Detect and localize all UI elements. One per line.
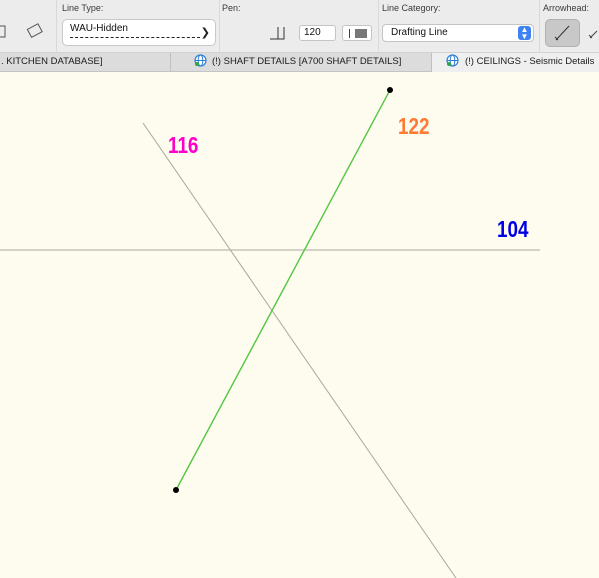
tab-ceilings-seismic[interactable]: (!) CEILINGS - Seismic Details (432, 53, 599, 72)
drawing-canvas[interactable]: 116 122 104 (0, 72, 599, 578)
pen-label: Pen: (222, 3, 241, 13)
toolbar-separator (56, 0, 57, 53)
line-endpoint-node[interactable] (387, 87, 393, 93)
arrowhead-label: Arrowhead: (543, 3, 590, 13)
line-end-shape-icon[interactable] (268, 24, 292, 42)
line-category-dropdown[interactable]: Drafting Line ▲ ▼ (382, 24, 534, 42)
line-type-selector[interactable]: WAU-Hidden ❯ (62, 19, 216, 46)
toolbar-separator (219, 0, 220, 53)
rectangle-method-icon[interactable] (0, 24, 8, 40)
toolbar-separator (378, 0, 379, 53)
toolbar-separator (539, 0, 540, 53)
label-116[interactable]: 116 (168, 132, 198, 159)
drawing-svg (0, 87, 540, 578)
label-104[interactable]: 104 (497, 216, 528, 243)
pen-color-swatch[interactable] (342, 25, 372, 41)
selected-drafting-line[interactable] (175, 89, 391, 491)
arrow-options-icon[interactable] (588, 28, 599, 42)
globe-icon (194, 54, 207, 67)
tab-label: (!) CEILINGS - Seismic Details (465, 56, 595, 67)
label-122[interactable]: 122 (398, 113, 429, 140)
arrowhead-button[interactable] (545, 19, 580, 47)
tab-label: . KITCHEN DATABASE] (1, 56, 103, 67)
view-tab-bar: . KITCHEN DATABASE] (!) SHAFT DETAILS [A… (0, 53, 599, 72)
tab-label: (!) SHAFT DETAILS [A700 SHAFT DETAILS] (212, 56, 402, 67)
tab-shaft-details[interactable]: (!) SHAFT DETAILS [A700 SHAFT DETAILS] (171, 53, 431, 72)
line-type-preview (70, 37, 200, 38)
chevron-right-icon: ❯ (200, 27, 210, 39)
updown-chevron-icon: ▲ ▼ (518, 26, 531, 41)
rotated-rectangle-icon[interactable] (24, 22, 46, 42)
tab-kitchen-database[interactable]: . KITCHEN DATABASE] (0, 53, 170, 72)
pen-number-field[interactable]: 120 (299, 25, 336, 41)
line-type-label: Line Type: (62, 3, 104, 13)
diagonal-reference-line[interactable] (142, 122, 457, 578)
line-category-value: Drafting Line (391, 27, 448, 38)
line-arrowhead-icon (554, 25, 570, 41)
info-box-toolbar: Line Type: WAU-Hidden ❯ Pen: 120 Line Ca… (0, 0, 599, 53)
line-type-value: WAU-Hidden (70, 23, 128, 34)
line-endpoint-node[interactable] (173, 487, 179, 493)
line-category-label: Line Category: (382, 3, 441, 13)
globe-icon (446, 54, 459, 67)
